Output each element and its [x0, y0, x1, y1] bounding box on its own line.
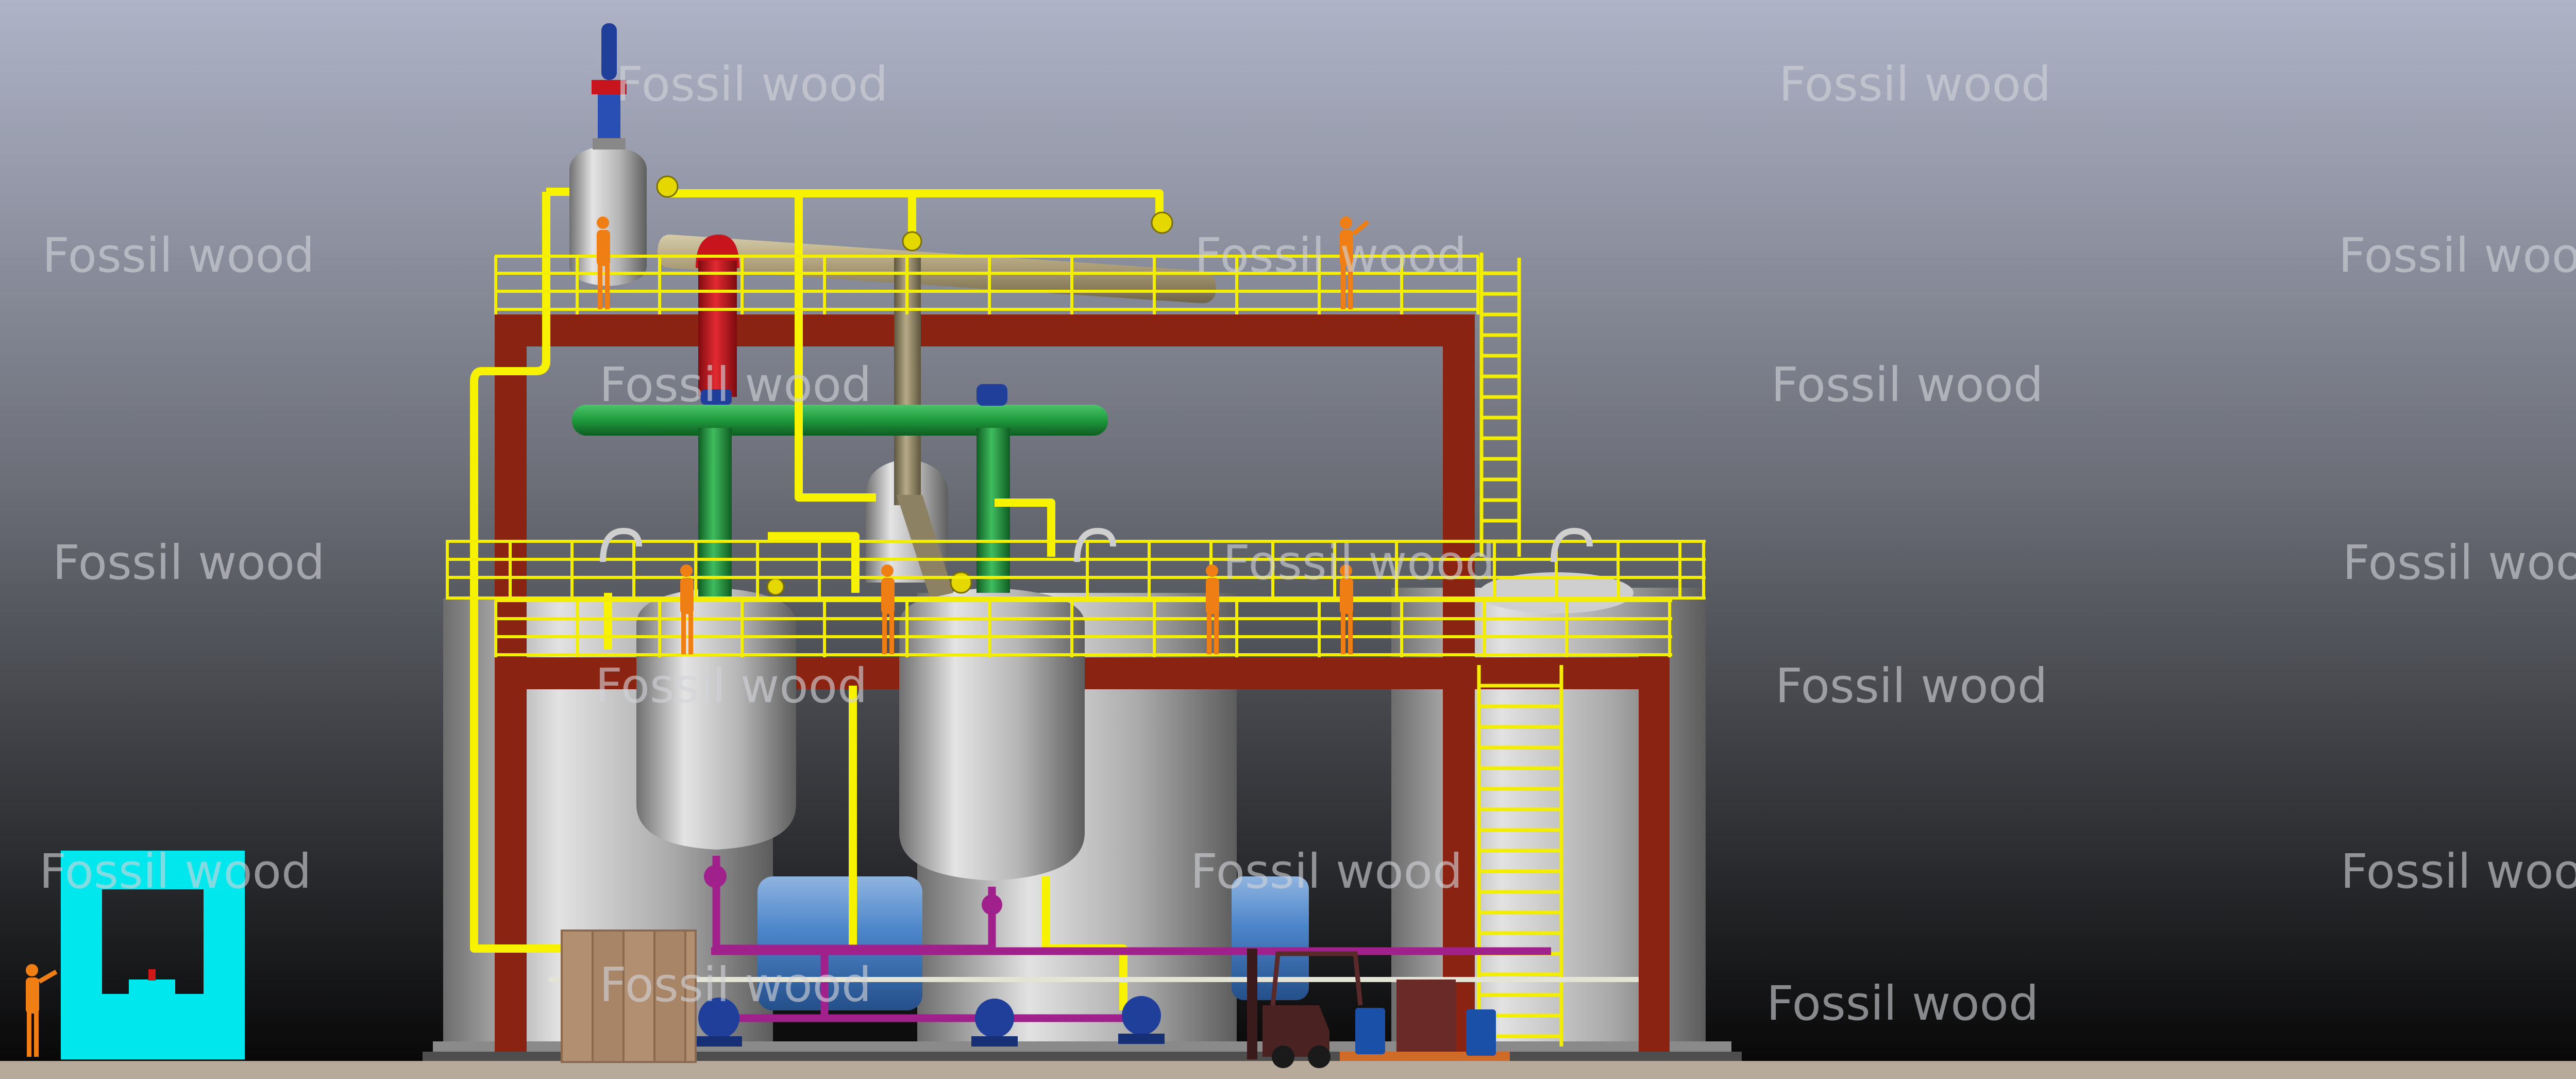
pump-base — [696, 1036, 742, 1047]
refinery-plant-diagram: Fossil wood Fossil wood Fossil wood Foss… — [0, 0, 2576, 1079]
valve-icon — [982, 894, 1002, 915]
frame-column — [1639, 655, 1670, 1052]
cabin-console — [129, 980, 175, 994]
watermark-text: Fossil wood — [2341, 844, 2576, 899]
valve-icon — [950, 571, 972, 594]
forklift-wheel — [1272, 1045, 1294, 1068]
cabin-indicator — [148, 969, 156, 981]
watermark-text: Fossil wood — [53, 535, 325, 590]
drum-icon — [1355, 1008, 1385, 1054]
watermark-text: Fossil wood — [1771, 357, 2043, 412]
watermark-text: Fossil wood — [595, 658, 867, 713]
pump-icon — [1122, 996, 1161, 1035]
watermark-text: Fossil wood — [2338, 228, 2576, 283]
pump-base — [971, 1036, 1018, 1047]
motor-icon — [976, 384, 1007, 406]
watermark-text: Fossil wood — [39, 844, 311, 899]
watermark-text: Fossil wood — [1194, 228, 1467, 283]
forklift-mast — [1247, 949, 1257, 1059]
valve-icon — [766, 577, 785, 596]
watermark-text: Fossil wood — [1190, 844, 1462, 899]
watermark-text: Fossil wood — [1766, 976, 2039, 1031]
valve-icon — [704, 865, 727, 888]
reactor-right — [899, 588, 1085, 881]
valve-icon — [656, 175, 679, 198]
valve-icon — [902, 231, 922, 252]
valve-icon — [1151, 211, 1173, 234]
motor-icon — [601, 23, 617, 80]
forklift-counterweight — [1396, 980, 1456, 1057]
motor-shaft-frame — [593, 138, 626, 150]
green-downcomer — [698, 428, 732, 598]
watermark-text: Fossil wood — [599, 357, 871, 412]
forklift-wheel — [1308, 1045, 1331, 1068]
green-downcomer — [976, 428, 1010, 593]
watermark-text: Fossil wood — [616, 57, 888, 112]
crate-icon — [561, 929, 594, 1063]
frame-top-beam — [495, 314, 1475, 346]
watermark-text: Fossil wood — [42, 228, 314, 283]
watermark-text: Fossil wood — [1775, 658, 2047, 713]
watermark-text: Fossil wood — [1779, 57, 2051, 112]
pump-icon — [975, 999, 1014, 1038]
watermark-text: Fossil wood — [2343, 535, 2576, 590]
watermark-text: Fossil wood — [599, 957, 871, 1012]
pump-base — [1118, 1034, 1165, 1044]
drum-icon — [1466, 1009, 1496, 1056]
watermark-text: Fossil wood — [1223, 535, 1495, 590]
